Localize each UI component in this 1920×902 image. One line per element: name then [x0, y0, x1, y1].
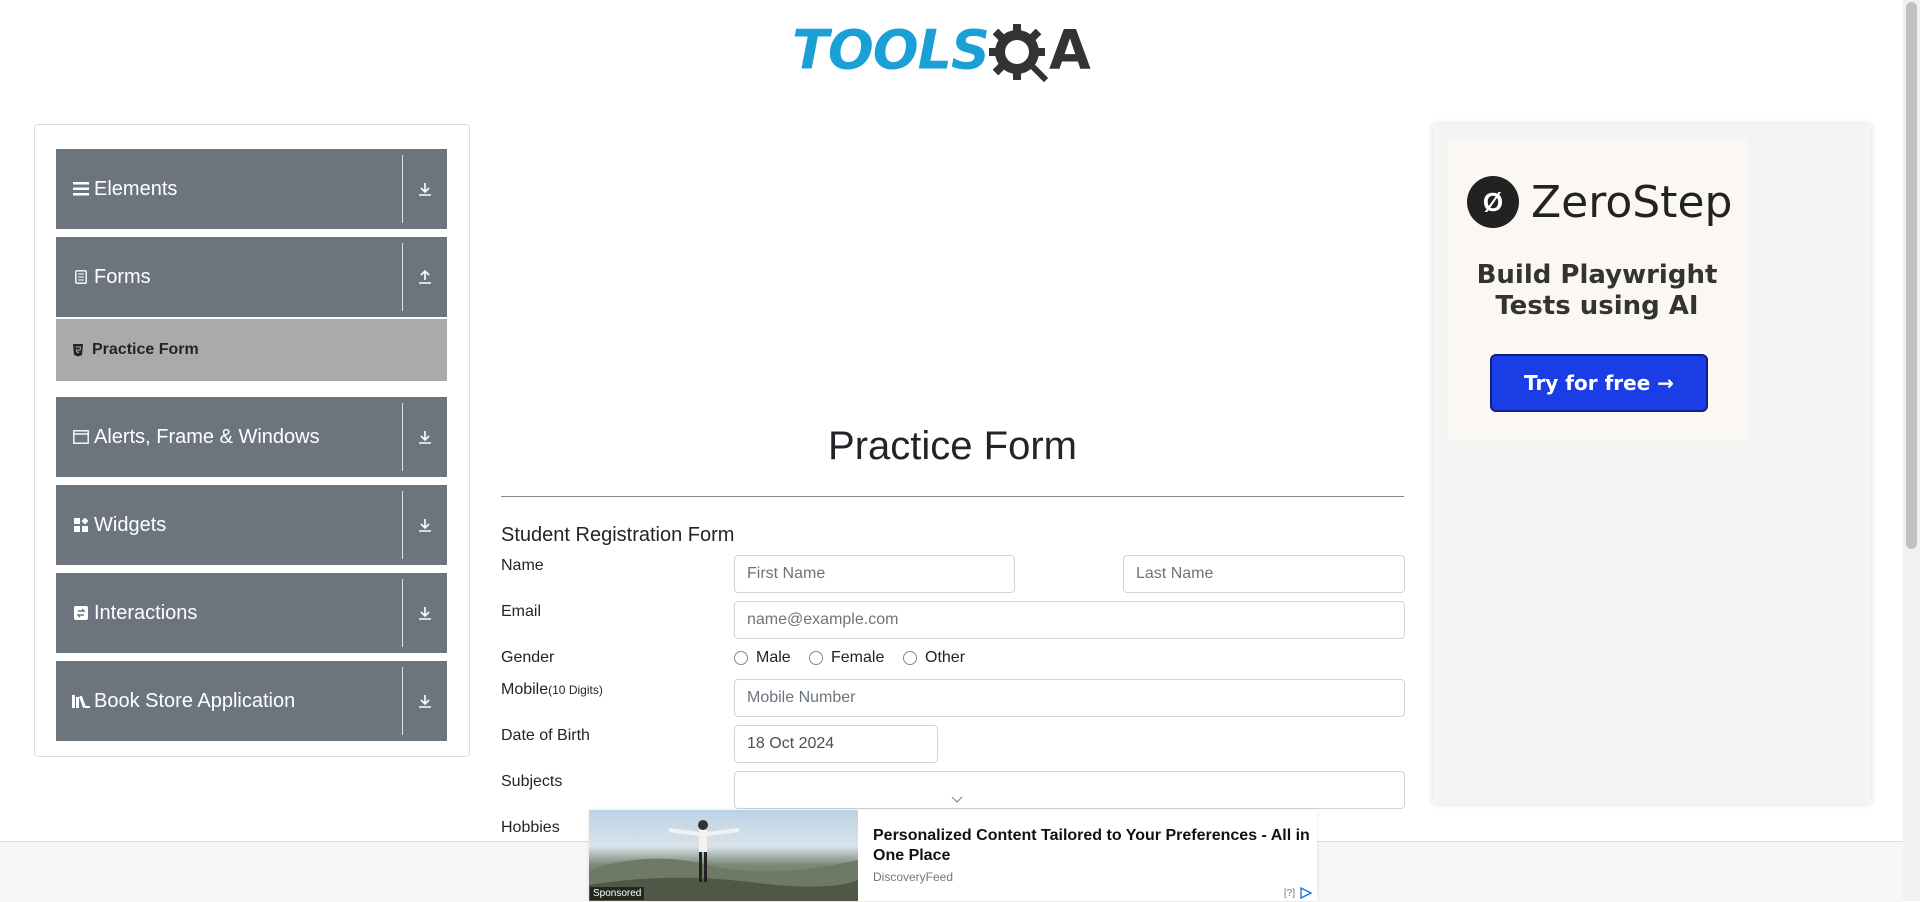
- books-icon: [72, 692, 90, 710]
- email-input[interactable]: [734, 601, 1405, 639]
- last-name-input[interactable]: [1123, 555, 1405, 593]
- side-advertisement[interactable]: Ø ZeroStep Build Playwright Tests using …: [1433, 124, 1871, 804]
- document-icon: [72, 268, 90, 286]
- ad-source[interactable]: DiscoveryFeed: [873, 870, 953, 884]
- gender-radio-other[interactable]: Other: [903, 649, 965, 667]
- ad-help-link[interactable]: [?]: [1284, 888, 1295, 899]
- gender-label: Gender: [501, 649, 555, 666]
- divider: [402, 667, 403, 735]
- title-divider: [501, 496, 1404, 497]
- page-scrollbar[interactable]: [1903, 0, 1920, 901]
- window-icon: [72, 428, 90, 446]
- scrollbar-thumb[interactable]: [1906, 2, 1917, 549]
- download-arrow-icon[interactable]: [403, 573, 447, 653]
- sponsored-badge: Sponsored: [590, 887, 645, 900]
- divider: [402, 403, 403, 471]
- zerostep-brand: ZeroStep: [1531, 176, 1733, 228]
- sidebar-group-alerts[interactable]: Alerts, Frame & Windows: [56, 397, 447, 477]
- hobbies-label: Hobbies: [501, 819, 560, 836]
- sidebar-group-label: Interactions: [94, 601, 198, 624]
- mobile-input[interactable]: [734, 679, 1405, 717]
- download-arrow-icon[interactable]: [403, 485, 447, 565]
- gear-q-icon: [988, 24, 1049, 83]
- divider: [402, 491, 403, 559]
- email-label: Email: [501, 603, 542, 620]
- logo-text: TOOLS A: [792, 22, 1091, 86]
- name-label: Name: [501, 557, 544, 574]
- sidebar-group-forms[interactable]: Forms: [56, 237, 447, 317]
- download-arrow-icon[interactable]: [403, 397, 447, 477]
- sidebar-group-label: Alerts, Frame & Windows: [94, 425, 320, 448]
- sidebar-item-practice-form[interactable]: Practice Form: [56, 319, 447, 381]
- radio-circle[interactable]: [903, 651, 917, 665]
- sidebar-group-interactions[interactable]: Interactions: [56, 573, 447, 653]
- zerostep-tagline: Build Playwright Tests using AI: [1476, 260, 1718, 321]
- radio-circle[interactable]: [809, 651, 823, 665]
- chevron-down-icon[interactable]: [951, 796, 963, 804]
- first-name-input[interactable]: [734, 555, 1015, 593]
- sidebar-item-label: Practice Form: [92, 341, 199, 358]
- sidebar: Elements Forms Practice Form Alerts, Fra…: [34, 124, 470, 757]
- gender-radio-female[interactable]: Female: [809, 649, 884, 667]
- gender-radio-male[interactable]: Male: [734, 649, 791, 667]
- sidebar-group-label: Elements: [94, 177, 178, 200]
- sidebar-group-widgets[interactable]: Widgets: [56, 485, 447, 565]
- mobile-hint: (10 Digits): [548, 683, 603, 697]
- sidebar-group-label: Widgets: [94, 513, 167, 536]
- radio-label: Female: [831, 649, 885, 666]
- subjects-label: Subjects: [501, 773, 563, 790]
- zerostep-logo: Ø ZeroStep: [1467, 176, 1732, 228]
- bottom-advertisement[interactable]: Sponsored Personalized Content Tailored …: [589, 810, 1317, 901]
- adchoices-icon[interactable]: [1299, 887, 1313, 899]
- divider: [402, 579, 403, 647]
- html-file-icon: [72, 343, 84, 357]
- sidebar-group-elements[interactable]: Elements: [56, 149, 447, 229]
- try-for-free-button[interactable]: Try for free →: [1490, 354, 1708, 412]
- mobile-label: Mobile(10 Digits): [501, 681, 603, 698]
- page-title: Practice Form: [828, 424, 1077, 468]
- ad-image[interactable]: Sponsored: [589, 810, 858, 901]
- sidebar-group-book-store[interactable]: Book Store Application: [56, 661, 447, 741]
- toolsqa-logo[interactable]: TOOLS A: [792, 14, 1091, 94]
- sidebar-group-label: Forms: [94, 265, 151, 288]
- radio-label: Male: [756, 649, 791, 666]
- dob-label: Date of Birth: [501, 727, 590, 744]
- download-arrow-icon[interactable]: [403, 661, 447, 741]
- radio-label: Other: [925, 649, 966, 666]
- interactions-icon: [72, 604, 90, 622]
- date-of-birth-input[interactable]: [734, 725, 938, 763]
- divider: [402, 243, 403, 311]
- radio-circle[interactable]: [734, 651, 748, 665]
- upload-arrow-icon[interactable]: [403, 237, 447, 317]
- zerostep-logo-icon: Ø: [1467, 176, 1519, 228]
- ad-headline[interactable]: Personalized Content Tailored to Your Pr…: [873, 826, 1313, 866]
- divider: [402, 155, 403, 223]
- sidebar-group-label: Book Store Application: [94, 689, 296, 712]
- menu-icon: [72, 180, 90, 198]
- widgets-icon: [72, 516, 90, 534]
- download-arrow-icon[interactable]: [403, 149, 447, 229]
- form-title: Student Registration Form: [501, 524, 735, 546]
- subjects-input[interactable]: [734, 771, 1405, 809]
- zerostep-ad[interactable]: Ø ZeroStep Build Playwright Tests using …: [1447, 138, 1747, 440]
